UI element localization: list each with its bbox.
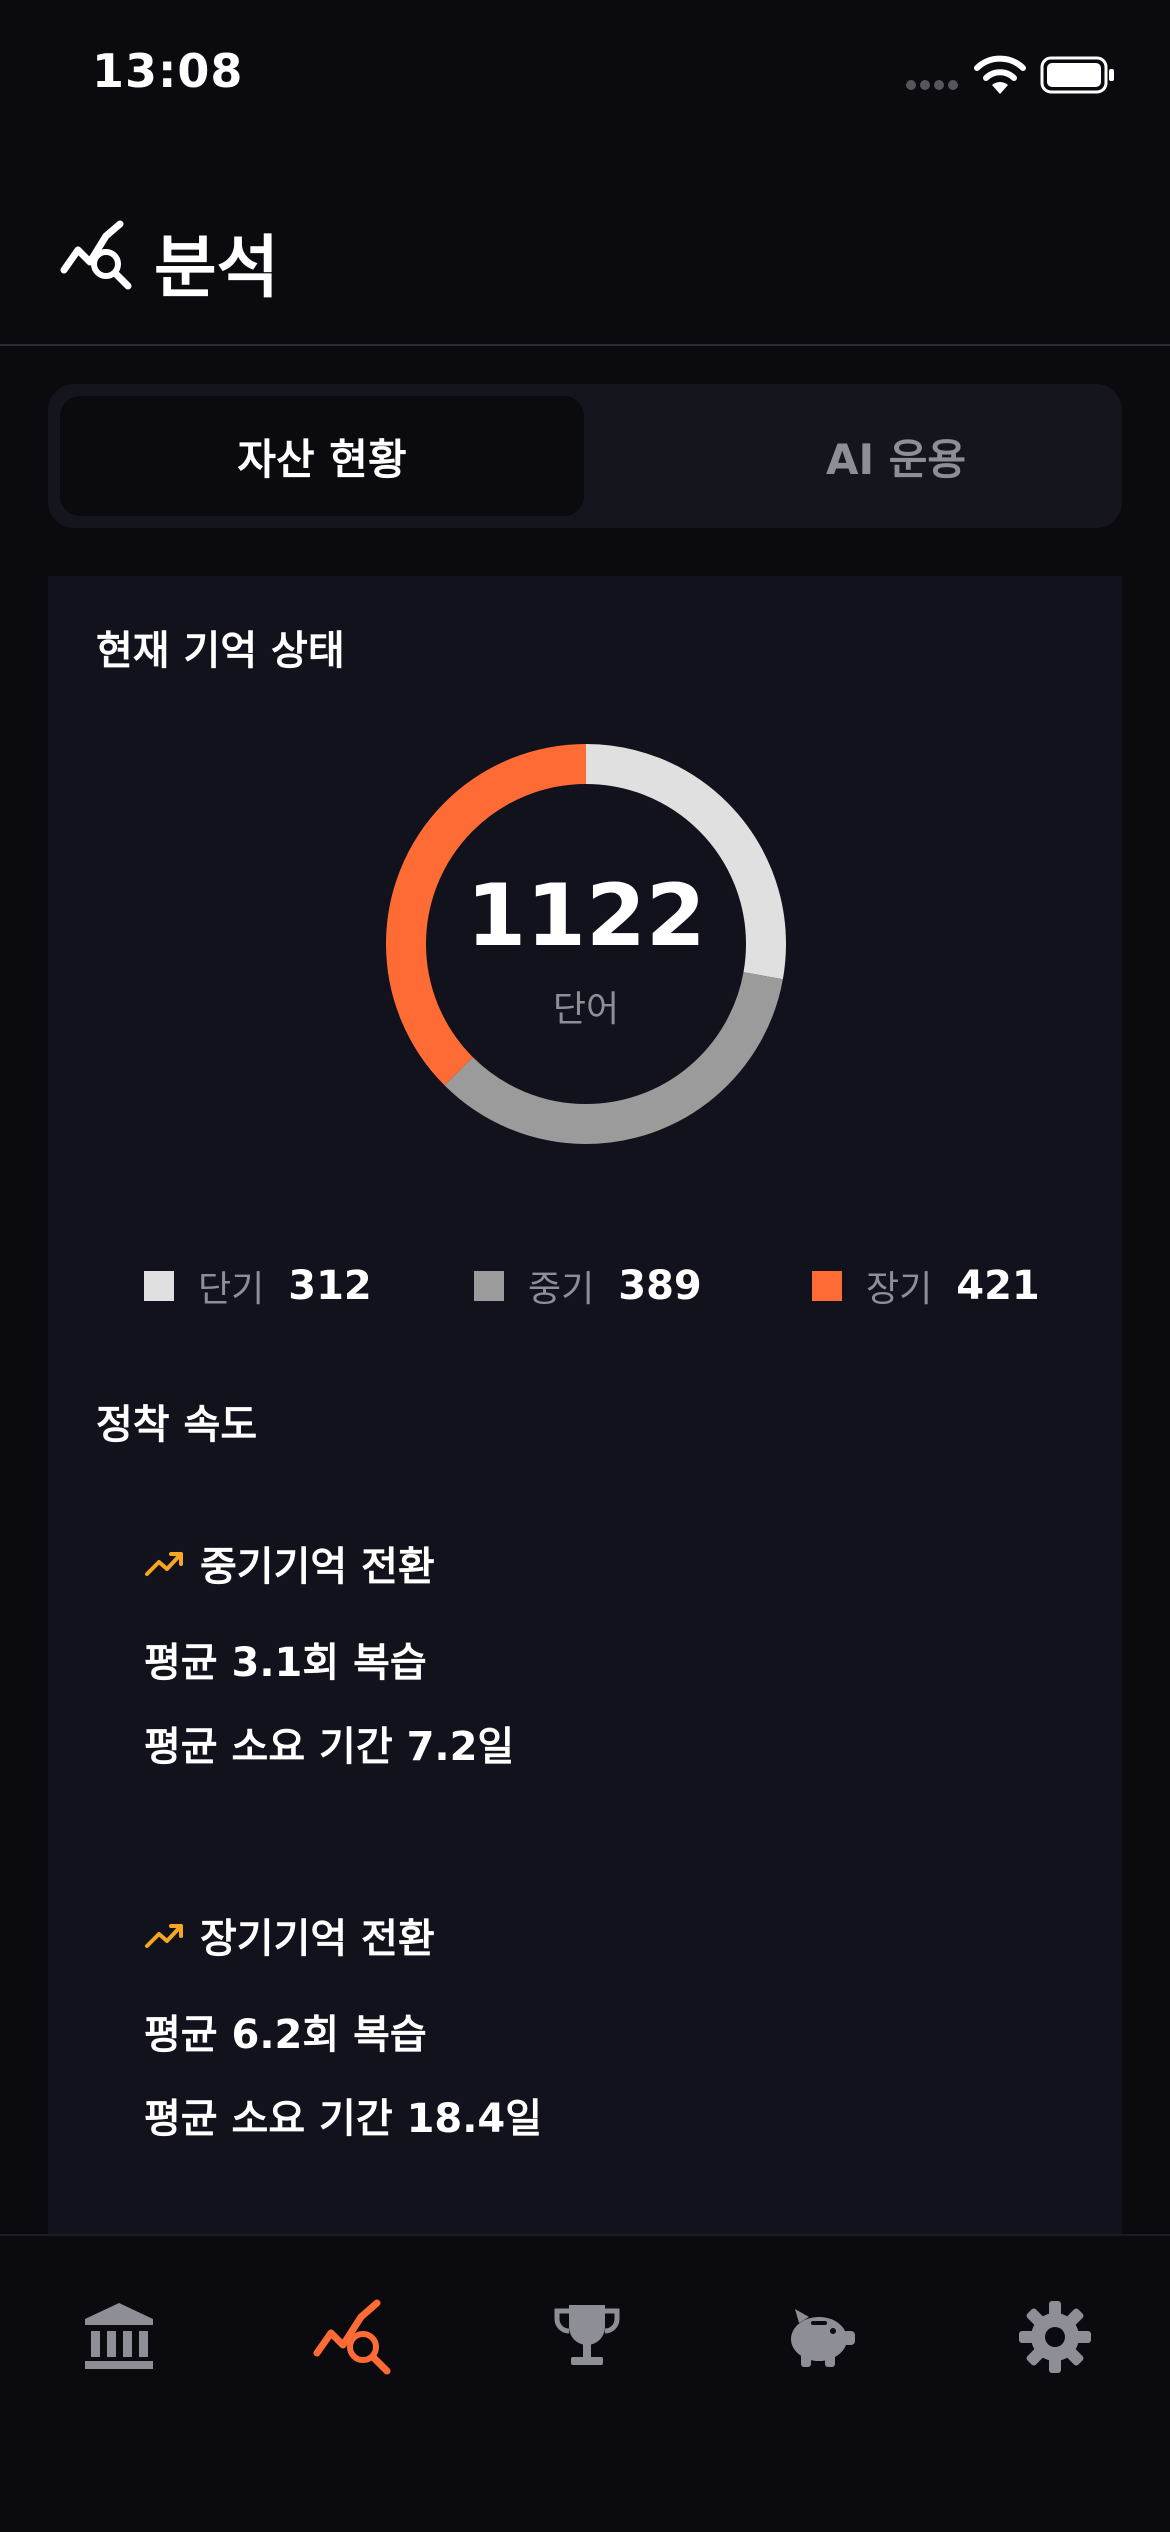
- memory-card: 현재 기억 상태 1122 단어 단기 312 중기 389 장기 421 정착…: [48, 576, 1122, 2236]
- page-title: 분석: [154, 229, 280, 308]
- legend-swatch-mid: [474, 1271, 504, 1301]
- gear-icon: [1019, 2301, 1091, 2373]
- donut-total: 1122: [466, 866, 706, 966]
- long-review-count: 평균 6.2회 복습: [144, 2012, 427, 2058]
- legend-label-mid: 중기: [528, 1269, 595, 1310]
- analysis-screen: 13:08 분석 자산 현황 AI 운용 현재 기억 상태 1122 단어 단기…: [0, 0, 1170, 2532]
- legend-value-mid: 389: [618, 1263, 702, 1309]
- analysis-icon: [313, 2299, 391, 2375]
- tab-ai-operation[interactable]: AI 운용: [634, 396, 1158, 516]
- wifi-icon: [974, 55, 1026, 94]
- settle-speed-title: 정착 속도: [96, 1402, 258, 1448]
- cellular-signal-icon: [906, 80, 958, 90]
- tab-analysis[interactable]: [308, 2292, 398, 2382]
- mid-transition-title: 중기기억 전환: [144, 1534, 435, 1592]
- donut-legend: 단기 312 중기 389 장기 421: [48, 1256, 1122, 1316]
- legend-swatch-short: [144, 1271, 174, 1301]
- legend-label-long: 장기: [866, 1269, 933, 1310]
- tab-achievements[interactable]: [542, 2292, 632, 2382]
- legend-swatch-long: [812, 1271, 842, 1301]
- long-transition-label: 장기기억 전환: [200, 1916, 435, 1962]
- legend-item-short: 단기 312: [144, 1256, 372, 1316]
- donut-unit: 단어: [552, 989, 620, 1030]
- legend-value-short: 312: [288, 1263, 372, 1309]
- status-bar: 13:08: [0, 0, 1170, 150]
- segmented-control: 자산 현황 AI 운용: [48, 384, 1122, 528]
- tab-asset-status[interactable]: 자산 현황: [60, 396, 584, 516]
- page-header: 분석: [0, 190, 1170, 346]
- trophy-icon: [554, 2305, 620, 2365]
- bottom-tab-bar: [0, 2234, 1170, 2532]
- legend-item-mid: 중기 389: [474, 1256, 702, 1316]
- battery-icon: [1040, 56, 1114, 94]
- tab-savings[interactable]: [776, 2292, 866, 2382]
- analysis-icon: [60, 220, 132, 290]
- trending-up-icon: [145, 1924, 183, 1948]
- mid-review-count: 평균 3.1회 복습: [144, 1640, 427, 1686]
- legend-label-short: 단기: [198, 1269, 265, 1310]
- mid-transition-label: 중기기억 전환: [200, 1544, 435, 1590]
- memory-state-title: 현재 기억 상태: [96, 628, 345, 674]
- legend-item-long: 장기 421: [812, 1256, 1040, 1316]
- long-transition-title: 장기기억 전환: [144, 1906, 435, 1964]
- mid-duration: 평균 소요 기간 7.2일: [144, 1724, 515, 1770]
- trending-up-icon: [145, 1552, 183, 1576]
- bank-icon: [85, 2303, 153, 2369]
- long-duration: 평균 소요 기간 18.4일: [144, 2096, 543, 2142]
- tab-bank[interactable]: [74, 2292, 164, 2382]
- status-time: 13:08: [92, 44, 244, 98]
- piggy-bank-icon: [791, 2309, 855, 2367]
- legend-value-long: 421: [956, 1263, 1040, 1309]
- tab-settings[interactable]: [1010, 2292, 1100, 2382]
